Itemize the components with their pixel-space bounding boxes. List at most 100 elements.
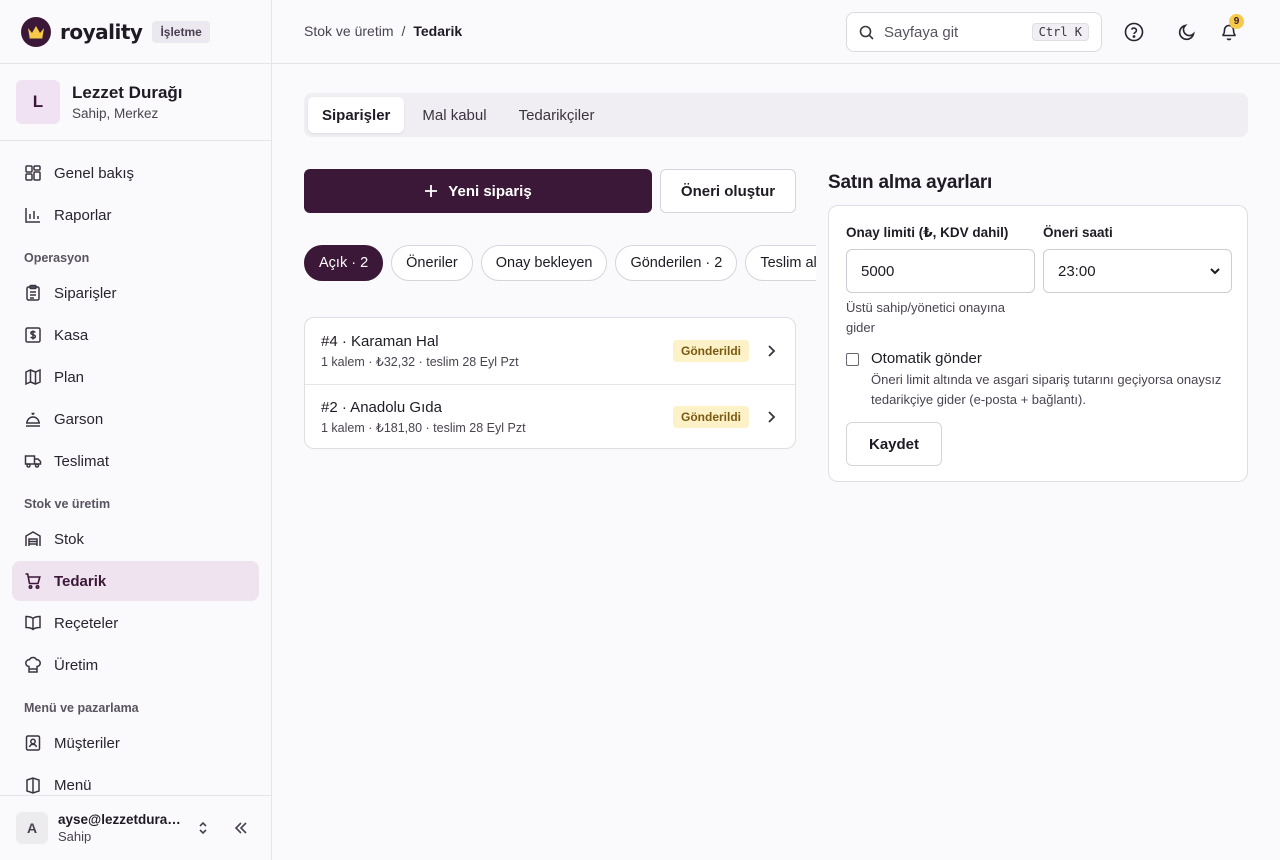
sidebar-item-label: Reçeteler (54, 614, 119, 632)
user-menu[interactable]: A ayse@lezzetduragi.com Sahip (0, 795, 271, 860)
order-title: #2 · Anadolu Gıda (321, 399, 442, 416)
search-icon (859, 25, 874, 40)
cart-icon (24, 572, 42, 590)
sidebar-item-label: Plan (54, 368, 85, 386)
nav-group-title: Menü ve pazarlama (24, 701, 139, 715)
sidebar-item-tedarik[interactable]: Tedarik (12, 561, 259, 601)
brand-name: royality (60, 19, 143, 44)
tab-siparisler[interactable]: Siparişler (308, 97, 405, 133)
sidebar-item-genel-bakis[interactable]: Genel bakış (12, 153, 259, 193)
top-header: Stok ve üretim / Tedarik Sayfaya git Ctr… (272, 0, 1280, 64)
sidebar-item-garson[interactable]: Garson (12, 399, 259, 439)
collapse-sidebar-icon[interactable] (230, 817, 252, 839)
truck-icon (24, 452, 42, 470)
chevron-down-icon (1209, 265, 1221, 277)
auto-send-checkbox[interactable] (846, 353, 859, 366)
sidebar-item-label: Tedarik (54, 572, 107, 590)
filter-chip-oneriler[interactable]: Öneriler (391, 245, 473, 281)
status-badge: Gönderildi (673, 340, 749, 362)
avatar: A (16, 812, 48, 844)
sidebar-item-label: Menü (54, 776, 92, 794)
org-name: Lezzet Durağı (72, 83, 183, 102)
crown-logo-icon (21, 16, 51, 47)
new-order-button[interactable]: Yeni sipariş (304, 169, 652, 213)
save-button[interactable]: Kaydet (846, 422, 942, 466)
search-placeholder: Sayfaya git (884, 23, 959, 41)
sidebar-item-siparisler[interactable]: Siparişler (12, 273, 259, 313)
list-item[interactable]: #2 · Anadolu Gıda 1 kalem · ₺181,80 · te… (305, 384, 795, 448)
contact-icon (24, 734, 42, 752)
sidebar-item-uretim[interactable]: Üretim (12, 645, 259, 685)
dashboard-icon (24, 164, 42, 182)
sidebar-item-stok[interactable]: Stok (12, 519, 259, 559)
org-avatar: L (16, 80, 60, 124)
chevron-right-icon (763, 343, 779, 359)
create-suggestion-button[interactable]: Öneri oluştur (660, 169, 796, 213)
limit-label: Onay limiti (₺, KDV dahil) (846, 225, 1009, 240)
sidebar: royality İşletme L Lezzet Durağı Sahip, … (0, 0, 272, 860)
notification-count-badge: 9 (1229, 14, 1244, 29)
user-role: Sahip (58, 829, 92, 844)
sidebar-item-raporlar[interactable]: Raporlar (12, 195, 259, 235)
sidebar-item-plan[interactable]: Plan (12, 357, 259, 397)
page-search[interactable]: Sayfaya git Ctrl K (846, 12, 1102, 52)
order-filter-chips: Açık · 2 Öneriler Onay bekleyen Gönderil… (304, 245, 816, 281)
org-role: Sahip, Merkez (72, 106, 159, 121)
help-icon[interactable] (1122, 20, 1146, 44)
procurement-tabs: Siparişler Mal kabul Tedarikçiler (304, 93, 1248, 137)
sidebar-item-label: Garson (54, 410, 104, 428)
filter-chip-teslim-alinan[interactable]: Teslim alınan (745, 245, 816, 281)
sidebar-item-label: Üretim (54, 656, 99, 674)
warehouse-icon (24, 530, 42, 548)
org-switcher[interactable]: L Lezzet Durağı Sahip, Merkez (0, 64, 271, 141)
menu-icon (24, 776, 42, 794)
sidebar-nav: Genel bakış Raporlar Operasyon Siparişle… (0, 141, 271, 805)
sidebar-item-teslimat[interactable]: Teslimat (12, 441, 259, 481)
map-icon (24, 368, 42, 386)
breadcrumb: Stok ve üretim / Tedarik (304, 23, 462, 39)
sidebar-item-musteriler[interactable]: Müşteriler (12, 723, 259, 763)
sidebar-item-receteler[interactable]: Reçeteler (12, 603, 259, 643)
settings-title: Satın alma ayarları (828, 172, 993, 193)
limit-hint: Üstü sahip/yönetici onayına gider (846, 300, 1005, 335)
tab-mal-kabul[interactable]: Mal kabul (408, 97, 500, 133)
sidebar-item-label: Teslimat (54, 452, 110, 470)
breadcrumb-item[interactable]: Stok ve üretim (304, 23, 393, 39)
chevron-up-down-icon[interactable] (192, 817, 214, 839)
brand-badge: İşletme (152, 20, 210, 43)
sidebar-item-kasa[interactable]: Kasa (12, 315, 259, 355)
brand: royality İşletme (0, 0, 271, 64)
dark-mode-moon-icon[interactable] (1175, 20, 1199, 44)
sidebar-item-label: Genel bakış (54, 164, 135, 182)
sidebar-item-label: Müşteriler (54, 734, 120, 752)
suggestion-time-select[interactable]: 23:00 (1043, 249, 1232, 293)
chef-hat-icon (24, 656, 42, 674)
book-icon (24, 614, 42, 632)
time-label: Öneri saati (1043, 225, 1113, 240)
sidebar-item-label: Stok (54, 530, 85, 548)
auto-send-label: Otomatik gönder (871, 350, 982, 367)
new-order-label: Yeni sipariş (448, 182, 532, 200)
shortcut-hint: Ctrl K (1031, 23, 1089, 41)
clipboard-icon (24, 284, 42, 302)
breadcrumb-current: Tedarik (413, 23, 463, 39)
sidebar-item-label: Raporlar (54, 206, 112, 224)
list-item[interactable]: #4 · Karaman Hal 1 kalem · ₺32,32 · tesl… (305, 318, 795, 384)
bar-chart-icon (24, 206, 42, 224)
filter-chip-gonderilen[interactable]: Gönderilen · 2 (615, 245, 738, 281)
user-email: ayse@lezzetduragi.com (58, 812, 186, 827)
selected-time: 23:00 (1058, 262, 1096, 280)
approval-limit-input[interactable]: 5000 (846, 249, 1035, 293)
notifications-bell-icon[interactable]: 9 (1217, 14, 1244, 44)
cash-register-icon (24, 326, 42, 344)
plus-icon (424, 184, 438, 198)
status-badge: Gönderildi (673, 406, 749, 428)
filter-chip-onay-bekleyen[interactable]: Onay bekleyen (480, 245, 608, 281)
breadcrumb-separator: / (401, 23, 406, 39)
sidebar-item-label: Kasa (54, 326, 89, 344)
chevron-right-icon (763, 409, 779, 425)
order-list: #4 · Karaman Hal 1 kalem · ₺32,32 · tesl… (304, 317, 796, 449)
waiter-icon (24, 410, 42, 428)
tab-tedarikciler[interactable]: Tedarikçiler (505, 97, 609, 133)
filter-chip-acik[interactable]: Açık · 2 (304, 245, 384, 281)
